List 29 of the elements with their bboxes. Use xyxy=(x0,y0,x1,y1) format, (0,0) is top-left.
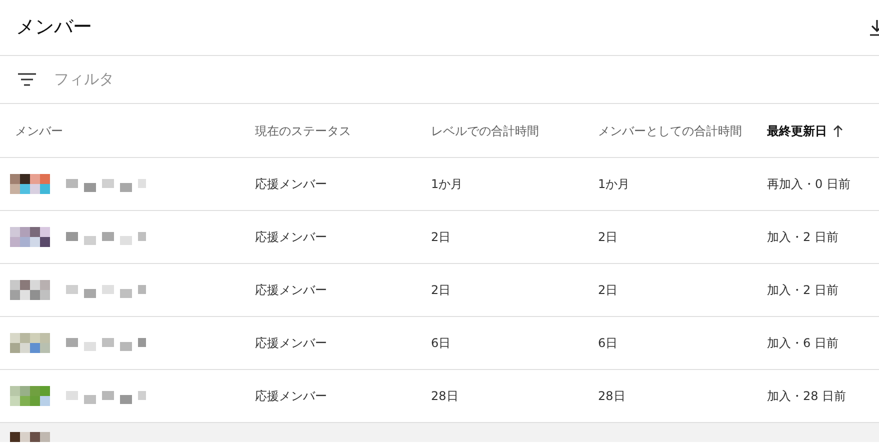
table-cell: 1か月 xyxy=(431,177,463,191)
column-header[interactable]: 最終更新日 xyxy=(767,122,827,140)
table-cell: 2日 xyxy=(598,230,618,244)
table-cell: 応援メンバー xyxy=(255,389,327,403)
table-cell: 応援メンバー xyxy=(255,336,327,350)
sort-arrow-icon[interactable] xyxy=(833,124,843,136)
table-cell: 応援メンバー xyxy=(255,283,327,297)
page-title: メンバー xyxy=(16,15,92,40)
table-cell: 加入・2 日前 xyxy=(767,230,838,244)
column-header[interactable]: メンバーとしての合計時間 xyxy=(598,122,742,140)
table-cell: 1か月 xyxy=(598,177,630,191)
filter-field[interactable]: フィルタ xyxy=(54,68,354,91)
table-cell: 2日 xyxy=(431,283,451,297)
column-header[interactable]: レベルでの合計時間 xyxy=(431,122,539,140)
table-cell: 6日 xyxy=(598,336,618,350)
table-cell: 再加入・0 日前 xyxy=(767,177,850,191)
table-cell: 6日 xyxy=(431,336,451,350)
table-cell: 応援メンバー xyxy=(255,230,327,244)
table-cell: 加入・2 日前 xyxy=(767,283,838,297)
column-header[interactable]: メンバー xyxy=(15,122,63,140)
column-header[interactable]: 現在のステータス xyxy=(255,122,351,140)
filter-icon[interactable] xyxy=(18,73,36,86)
table-cell: 応援メンバー xyxy=(255,177,327,191)
table-cell: 2日 xyxy=(598,283,618,297)
table-cell: 28日 xyxy=(598,389,626,403)
table-cell: 加入・6 日前 xyxy=(767,336,838,350)
table-cell: 2日 xyxy=(431,230,451,244)
table-cell: 28日 xyxy=(431,389,458,403)
table-cell: 加入・28 日前 xyxy=(767,389,846,403)
